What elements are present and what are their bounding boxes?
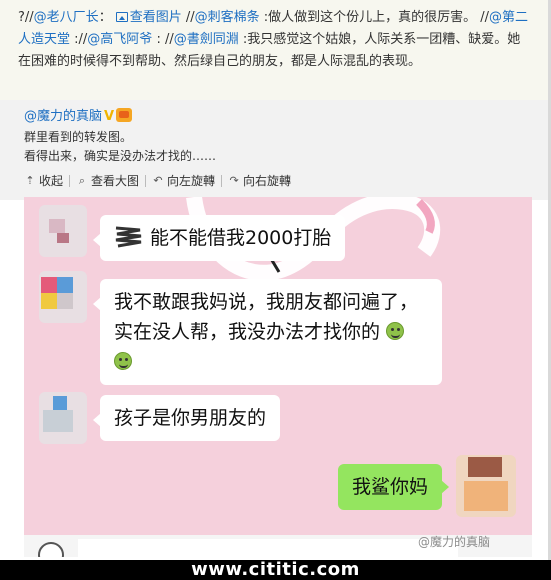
author-line: @魔力的真脑 V <box>24 108 527 126</box>
avatar[interactable] <box>39 392 87 444</box>
image-icon <box>115 12 128 22</box>
user-link-laoba[interactable]: @老八厂长 <box>34 10 99 25</box>
rotate-left-icon: ↶ <box>153 173 163 187</box>
avatar[interactable] <box>39 205 87 257</box>
divider <box>145 174 147 187</box>
repost-prefix: ?// <box>18 10 34 25</box>
my-avatar[interactable] <box>456 455 516 517</box>
sick-face-emoji-icon <box>386 322 405 340</box>
divider <box>69 174 71 187</box>
voice-button-icon[interactable] <box>38 542 64 557</box>
original-post: @魔力的真脑 V 群里看到的转发图。 看得出来，确实是没办法才找的…… ⇡ 收起 ⌕… <box>0 100 551 200</box>
repost-text: ?//@老八厂长： 查看图片 //@刺客棉条 :做人做到这个份儿上，真的很厉害。 … <box>0 0 551 100</box>
member-crown-icon <box>116 108 133 122</box>
user-link-gaofei[interactable]: @高飞阿爷 <box>87 32 152 47</box>
collapse-button[interactable]: ⇡ 收起 <box>24 172 63 189</box>
sick-face-emoji-icon <box>114 352 132 370</box>
rotate-right-button[interactable]: ↷ 向右旋轉 <box>228 172 291 189</box>
chat-bubble-received: 我不敢跟我妈说，我朋友都问遍了， 实在没人帮，我没办法才找你的 <box>93 279 442 385</box>
chat-bubble-sent: 我鲨你妈 <box>338 464 450 510</box>
view-image-link[interactable]: 查看图片 <box>130 10 182 25</box>
divider <box>221 174 223 187</box>
chat-input-field[interactable] <box>78 539 458 557</box>
chat-screenshot-image[interactable]: 能不能借我2000打胎 我不敢跟我妈说，我朋友都问遍了， 实在没人帮，我没办法才… <box>24 197 532 557</box>
rotate-right-icon: ↷ <box>229 173 239 187</box>
magnifier-icon: ⌕ <box>78 173 86 187</box>
view-large-button[interactable]: ⌕ 查看大图 <box>76 172 139 189</box>
image-toolbar: ⇡ 收起 ⌕ 查看大图 ↶ 向左旋轉 ↷ 向右旋轉 <box>24 172 527 189</box>
rotate-left-button[interactable]: ↶ 向左旋轉 <box>152 172 215 189</box>
user-link-cike[interactable]: @刺客棉条 <box>195 10 260 25</box>
chat-bubble-received: 能不能借我2000打胎 <box>92 215 346 261</box>
image-watermark: @魔力的真脑 <box>418 535 491 549</box>
post-text: 群里看到的转发图。 看得出来，确实是没办法才找的…… <box>24 130 217 163</box>
avatar[interactable] <box>39 271 87 323</box>
site-footer-banner: www.cititic.com <box>0 560 551 580</box>
user-link-shujian[interactable]: @書劍同淵 <box>174 32 239 47</box>
verified-v-icon: V <box>104 109 115 124</box>
chat-bubble-received: 孩子是你男朋友的 <box>92 395 281 441</box>
scribble-redaction-icon <box>115 226 142 248</box>
arrow-up-icon: ⇡ <box>25 173 35 187</box>
author-link[interactable]: @魔力的真脑 <box>24 109 102 124</box>
